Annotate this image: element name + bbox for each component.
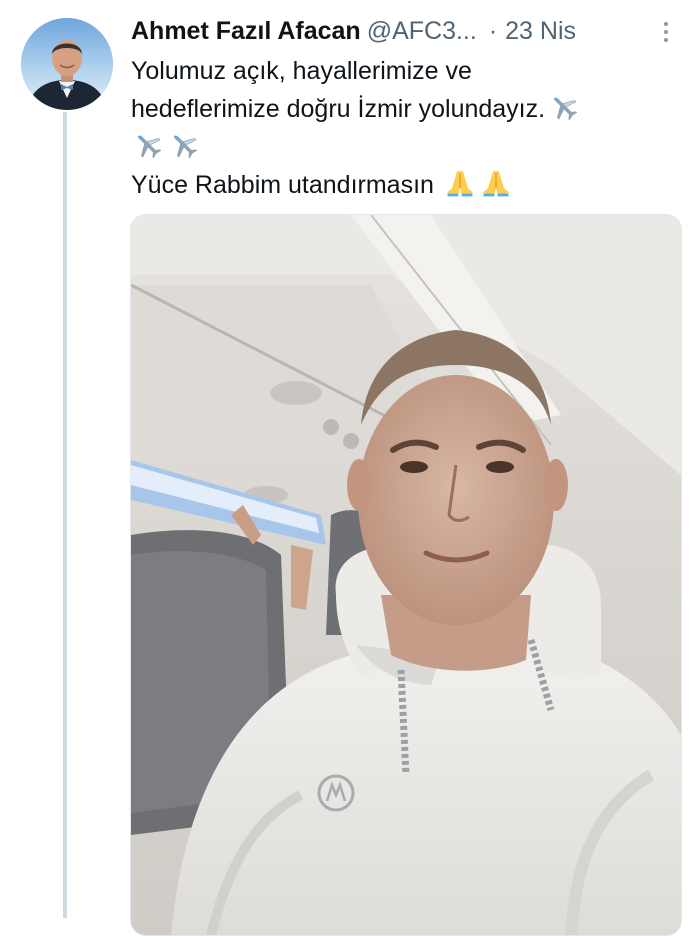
tweet-text-segment: Yüce Rabbim utandırmasın bbox=[131, 171, 434, 199]
tweet[interactable]: Ahmet Fazıl Afacan @AFC3... · 23 Nis Yol… bbox=[0, 0, 700, 936]
selfie-photo-icon bbox=[131, 215, 681, 935]
avatar-photo-icon bbox=[21, 18, 113, 110]
airplane-emoji-icon bbox=[137, 135, 162, 159]
tweet-body-text: Yolumuz açık, hayallerimize ve hedefleri… bbox=[131, 52, 676, 204]
airplane-emoji-icon bbox=[173, 135, 198, 159]
header-separator: · bbox=[488, 16, 498, 45]
author-avatar[interactable] bbox=[21, 18, 113, 110]
folded-hands-emoji-icon bbox=[447, 170, 473, 197]
tweet-timestamp[interactable]: 23 Nis bbox=[505, 17, 576, 46]
more-options-icon[interactable] bbox=[655, 18, 677, 46]
author-display-name[interactable]: Ahmet Fazıl Afacan bbox=[131, 17, 361, 46]
tweet-text-segment: hedeflerimize doğru İzmir yolundayız. bbox=[131, 95, 546, 123]
tweet-text-line bbox=[131, 128, 676, 166]
tweet-text-line: hedeflerimize doğru İzmir yolundayız. bbox=[131, 90, 676, 128]
tweet-text-line: Yolumuz açık, hayallerimize ve bbox=[131, 52, 676, 90]
tweet-photo[interactable] bbox=[130, 214, 682, 936]
folded-hands-emoji-icon bbox=[483, 170, 509, 197]
tweet-header: Ahmet Fazıl Afacan @AFC3... · 23 Nis bbox=[131, 14, 681, 48]
thread-connector-line bbox=[63, 112, 67, 918]
author-handle[interactable]: @AFC3... bbox=[367, 17, 477, 46]
tweet-text-segment: Yolumuz açık, hayallerimize ve bbox=[131, 57, 472, 85]
airplane-emoji-icon bbox=[553, 97, 578, 121]
tweet-text-line: Yüce Rabbim utandırmasın bbox=[131, 166, 676, 204]
